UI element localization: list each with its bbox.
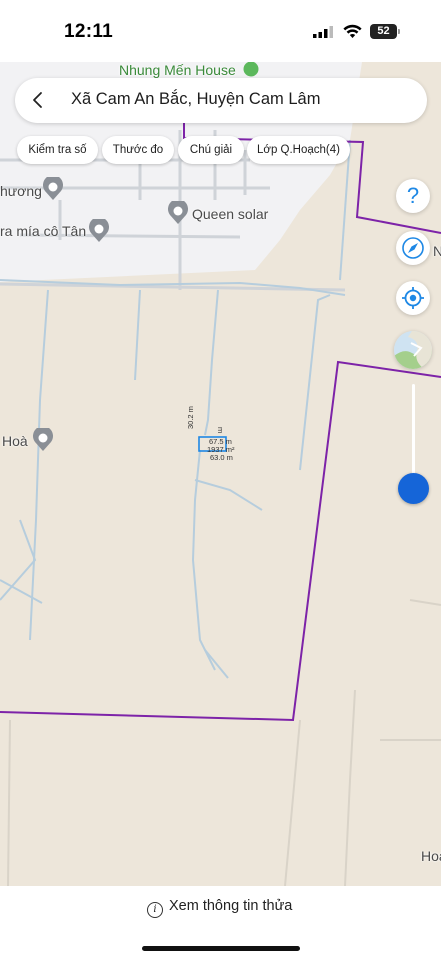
layer-icon xyxy=(394,331,432,369)
compass-button[interactable] xyxy=(396,231,430,265)
info-icon: i xyxy=(147,902,163,918)
poi-label-hoa-right[interactable]: Hoà xyxy=(421,848,441,864)
map-pin-icon[interactable] xyxy=(87,219,111,243)
chip-lop-quy-hoach[interactable]: Lớp Q.Hoạch(4) xyxy=(247,136,350,164)
layer-button[interactable] xyxy=(394,331,432,369)
map-graphics xyxy=(0,62,441,886)
locate-icon xyxy=(402,287,424,309)
help-icon: ? xyxy=(406,183,420,208)
chip-chu-giai[interactable]: Chú giải xyxy=(178,136,244,164)
map-pin-icon[interactable] xyxy=(41,177,65,201)
zoom-slider-handle[interactable] xyxy=(398,473,429,504)
battery-icon: 52 xyxy=(370,24,400,39)
home-indicator[interactable] xyxy=(142,946,300,951)
parcel-side-right: m xyxy=(216,427,225,434)
location-title: Xã Cam An Bắc, Huyện Cam Lâm xyxy=(71,90,321,108)
parcel-length-bottom: 63.0 m xyxy=(210,453,233,462)
poi-label-hoa[interactable]: Hoà xyxy=(2,433,28,449)
location-bar[interactable]: Xã Cam An Bắc, Huyện Cam Lâm xyxy=(15,78,427,123)
chip-thuoc-do[interactable]: Thước đo xyxy=(102,136,174,164)
poi-label-n[interactable]: N xyxy=(433,243,441,259)
view-parcel-info-label: Xem thông tin thửa xyxy=(169,898,293,914)
poi-label-ra-mia[interactable]: ra mía cô Tân xyxy=(0,223,86,239)
parcel-side-left: 30.2 m xyxy=(186,406,195,429)
status-bar: 12:11 52 xyxy=(0,0,441,62)
map-pin-icon[interactable] xyxy=(31,428,55,452)
compass-icon xyxy=(402,237,424,259)
chip-kiem-tra-so[interactable]: Kiểm tra số xyxy=(17,136,98,164)
help-button[interactable]: ? xyxy=(396,179,430,213)
poi-label-huong[interactable]: hương xyxy=(0,183,42,199)
wifi-icon xyxy=(343,24,362,38)
poi-label-house[interactable]: Nhung Mến House xyxy=(119,62,236,78)
signal-icon xyxy=(313,26,333,38)
back-arrow-icon[interactable] xyxy=(29,91,47,109)
status-time: 12:11 xyxy=(64,21,114,42)
view-parcel-info-button[interactable]: i Xem thông tin thửa xyxy=(147,898,292,918)
poi-label-queen-solar[interactable]: Queen solar xyxy=(192,206,268,222)
locate-button[interactable] xyxy=(396,281,430,315)
map-canvas[interactable]: Nhung Mến House Queen solar hương ra mía… xyxy=(0,62,441,886)
map-pin-icon[interactable] xyxy=(166,201,190,225)
